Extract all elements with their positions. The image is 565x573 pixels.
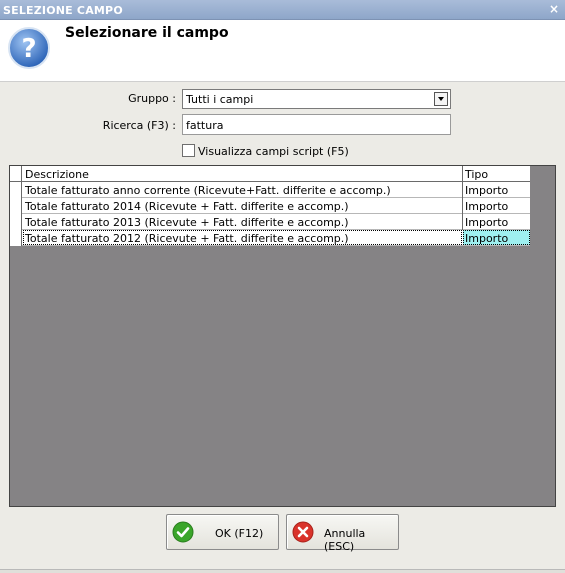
cell-tipo: Importo	[465, 216, 509, 229]
column-divider[interactable]	[462, 166, 463, 182]
title-bar: SELEZIONE CAMPO ×	[0, 0, 565, 20]
column-divider	[462, 198, 463, 214]
gruppo-value: Tutti i campi	[186, 93, 254, 106]
cancel-button-label: Annulla (ESC)	[324, 527, 366, 553]
cell-tipo: Importo	[465, 200, 509, 213]
column-header-tipo[interactable]: Tipo	[465, 168, 488, 181]
window-title: SELEZIONE CAMPO	[3, 4, 123, 17]
row-indicator-header	[10, 166, 22, 182]
grid-header: Descrizione Tipo	[10, 166, 530, 182]
table-row[interactable]: Totale fatturato 2013 (Ricevute + Fatt. …	[10, 214, 530, 230]
cell-tipo: Importo	[465, 184, 509, 197]
ricerca-input[interactable]: fattura	[182, 114, 451, 135]
table-row-selected[interactable]: Totale fatturato 2012 (Ricevute + Fatt. …	[10, 230, 530, 246]
column-divider	[462, 182, 463, 198]
dialog-heading: Selezionare il campo	[65, 25, 229, 41]
cell-descrizione: Totale fatturato 2014 (Ricevute + Fatt. …	[25, 200, 349, 213]
checkmark-icon	[172, 521, 194, 543]
gruppo-select[interactable]: Tutti i campi	[182, 89, 451, 109]
row-indicator	[10, 198, 22, 214]
question-icon: ?	[8, 27, 50, 69]
cell-tipo: Importo	[465, 232, 509, 245]
close-icon[interactable]: ×	[547, 2, 561, 16]
script-checkbox[interactable]	[182, 144, 195, 157]
status-bar	[0, 569, 565, 573]
ricerca-label: Ricerca (F3) :	[102, 119, 176, 132]
gruppo-label: Gruppo :	[128, 92, 176, 105]
fields-grid[interactable]: Descrizione Tipo Totale fatturato anno c…	[9, 165, 556, 507]
ok-button[interactable]: OK (F12)	[166, 514, 279, 550]
column-header-descrizione[interactable]: Descrizione	[25, 168, 89, 181]
column-divider	[462, 214, 463, 230]
dialog-header: ? Selezionare il campo	[0, 20, 565, 82]
script-checkbox-label[interactable]: Visualizza campi script (F5)	[198, 145, 349, 158]
cell-descrizione: Totale fatturato 2012 (Ricevute + Fatt. …	[25, 232, 349, 245]
cell-descrizione: Totale fatturato 2013 (Ricevute + Fatt. …	[25, 216, 349, 229]
table-row[interactable]: Totale fatturato 2014 (Ricevute + Fatt. …	[10, 198, 530, 214]
ok-button-label: OK (F12)	[215, 527, 264, 540]
row-indicator	[10, 214, 22, 230]
row-indicator	[10, 230, 22, 246]
ricerca-value: fattura	[186, 119, 224, 132]
cancel-button[interactable]: Annulla (ESC)	[286, 514, 399, 553]
table-row[interactable]: Totale fatturato anno corrente (Ricevute…	[10, 182, 530, 198]
cell-descrizione: Totale fatturato anno corrente (Ricevute…	[25, 184, 391, 197]
svg-text:?: ?	[21, 34, 36, 64]
row-indicator	[10, 182, 22, 198]
cancel-icon	[292, 521, 314, 543]
chevron-down-icon[interactable]	[434, 92, 448, 106]
